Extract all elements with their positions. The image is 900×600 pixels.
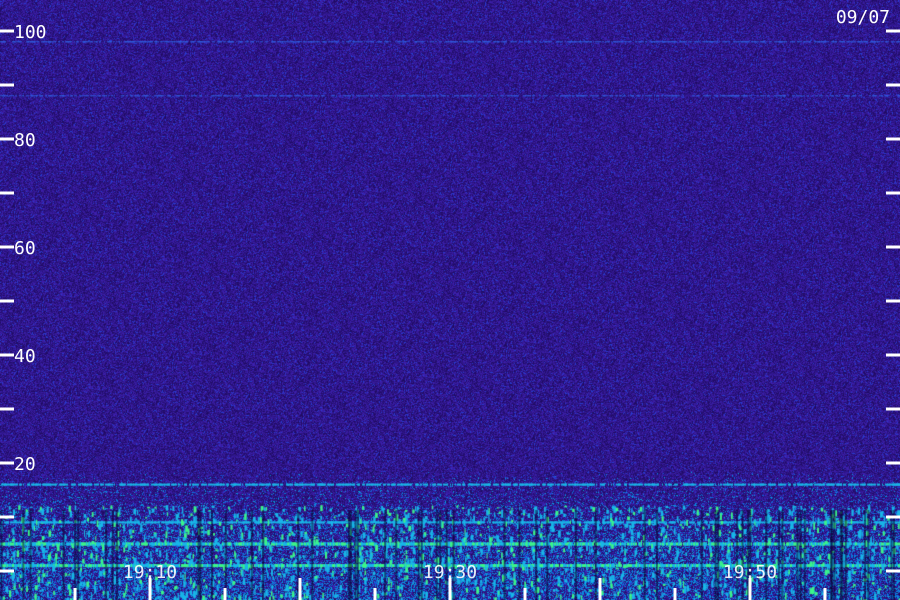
y-tick-label: 80 [14,130,36,151]
x-tick-label: 19:30 [423,562,477,583]
y-tick-label: 100 [14,22,47,43]
y-tick-label: 40 [14,346,36,367]
x-axis: 19:10 19:30 19:50 [73,562,827,600]
y-axis: 20 40 60 80 100 [0,22,900,573]
spectrogram-chart: 20 40 60 80 100 19:10 19:30 19:50 09/07 [0,0,900,600]
y-tick-label: 20 [14,454,36,475]
x-tick-label: 19:50 [723,562,777,583]
x-tick-label: 19:10 [123,562,177,583]
spectrogram-axes: 20 40 60 80 100 19:10 19:30 19:50 09/07 [0,7,900,600]
y-tick-label: 60 [14,238,36,259]
date-label: 09/07 [836,7,890,28]
